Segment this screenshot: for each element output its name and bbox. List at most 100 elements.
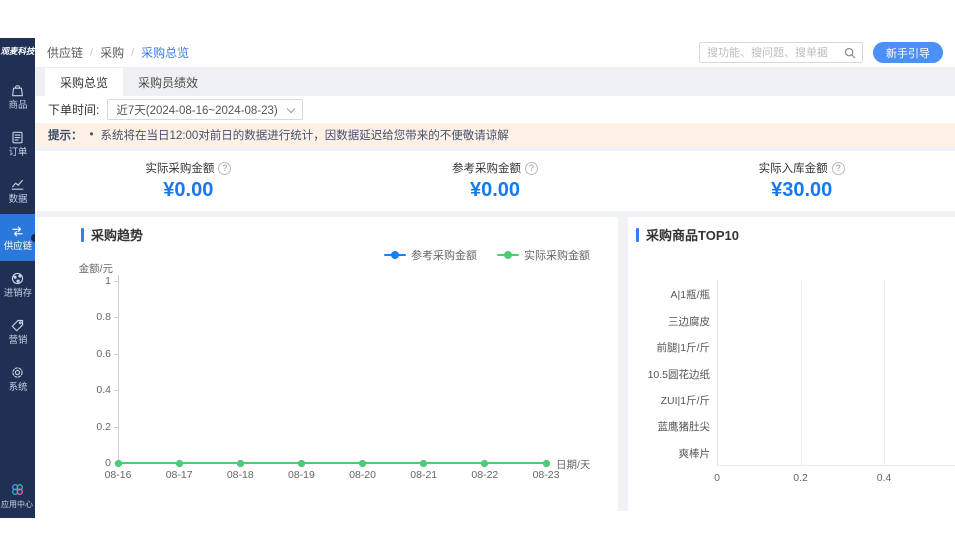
sidebar-item-marketing[interactable]: 营销 [0, 308, 35, 355]
y-tick-label: 0.4 [63, 384, 111, 396]
breadcrumb-separator: / [90, 47, 93, 59]
panel-title: 采购商品TOP10 [636, 225, 739, 244]
category-label: A|1瓶/瓶 [630, 287, 710, 302]
date-range-select[interactable]: 近7天(2024-08-16~2024-08-23) [107, 99, 302, 120]
sidebar: 观麦科技 商品订单数据供应链进销存营销系统 应用中心 [0, 38, 35, 518]
sidebar-item-system[interactable]: 系统 [0, 355, 35, 402]
sidebar-item-label: 数据 [8, 195, 27, 204]
legend-item[interactable]: 实际采购金额 [497, 247, 590, 263]
sidebar-item-label: 进销存 [3, 289, 31, 298]
brand-logo: 观麦科技 [0, 45, 34, 57]
top10-products-panel: 采购商品TOP10 00.20.4A|1瓶/瓶三边腐皮前腿|1斤/斤10.5圆花… [628, 217, 955, 511]
x-tick-label: 08-17 [157, 469, 201, 481]
newbie-guide-button[interactable]: 新手引导 [873, 42, 943, 63]
legend-label: 实际采购金额 [524, 247, 590, 263]
panels-row: 采购趋势 参考采购金额 实际采购金额 金额/元 0 0.2 0.4 0.6 0.8 1 08-1… [35, 217, 955, 511]
x-tick-label: 08-19 [279, 469, 323, 481]
sidebar-item-inventory[interactable]: 进销存 [0, 261, 35, 308]
legend-item[interactable]: 参考采购金额 [384, 247, 477, 263]
metric-label: 实际采购金额? [145, 160, 231, 176]
metric-label-text: 实际入库金额 [759, 160, 828, 176]
notice-bullet: • [90, 129, 94, 141]
breadcrumb: 供应链/采购/采购总览 [47, 44, 189, 61]
legend-dot [504, 251, 512, 259]
title-accent-bar [81, 228, 84, 242]
x-tick-label: 0.2 [786, 472, 816, 484]
main-area: 供应链/采购/采购总览 新手引导 采购总览采购员绩效 下单时间: 近7天(202… [35, 38, 955, 511]
title-accent-bar [636, 228, 639, 242]
notice-text: 系统将在当日12:00对前日的数据进行统计，因数据延迟给您带来的不便敬请谅解 [101, 127, 509, 143]
metrics-row: 实际采购金额?¥0.00参考采购金额?¥0.00实际入库金额?¥30.00 [35, 151, 955, 211]
metric-card: 参考采购金额?¥0.00 [342, 151, 649, 211]
metric-label-text: 实际采购金额 [145, 160, 214, 176]
sidebar-item-label: 商品 [8, 101, 27, 110]
sidebar-menu: 商品订单数据供应链进销存营销系统 [0, 73, 35, 402]
x-tick-label: 08-18 [218, 469, 262, 481]
sidebar-item-label: 应用中心 [2, 500, 34, 508]
sidebar-item-data[interactable]: 数据 [0, 167, 35, 214]
search-box [699, 42, 863, 63]
x-tick-label: 0.4 [869, 472, 899, 484]
topbar: 供应链/采购/采购总览 新手引导 [35, 38, 955, 68]
help-icon[interactable]: ? [525, 162, 538, 175]
purchase-trend-panel: 采购趋势 参考采购金额 实际采购金额 金额/元 0 0.2 0.4 0.6 0.8 1 08-1… [35, 217, 618, 511]
category-label: ZUI|1斤/斤 [630, 393, 710, 408]
y-tick-label: 0.6 [63, 348, 111, 360]
data-icon [10, 177, 25, 192]
search-icon[interactable] [843, 46, 857, 60]
system-icon [10, 365, 25, 380]
category-label: 10.5圆花边纸 [630, 367, 710, 382]
filter-row: 下单时间: 近7天(2024-08-16~2024-08-23) [35, 96, 955, 123]
breadcrumb-item[interactable]: 采购 [100, 44, 124, 61]
legend-mark [384, 254, 406, 256]
y-axis-line [118, 275, 119, 463]
help-icon[interactable]: ? [832, 162, 845, 175]
top10-chart: 00.20.4A|1瓶/瓶三边腐皮前腿|1斤/斤10.5圆花边纸ZUI|1斤/斤… [628, 217, 955, 511]
tab-0[interactable]: 采购总览 [45, 68, 123, 96]
x-tick-label: 0 [702, 472, 732, 484]
sidebar-item-app-center[interactable]: 应用中心 [0, 482, 34, 509]
inventory-icon [10, 271, 25, 286]
notice-prefix: 提示： [48, 127, 83, 143]
help-icon[interactable]: ? [218, 162, 231, 175]
y-tick-label: 0.2 [63, 421, 111, 433]
y-tick-label: 1 [63, 275, 111, 287]
panel-title-text: 采购趋势 [91, 225, 143, 244]
metric-label: 实际入库金额? [759, 160, 845, 176]
sidebar-item-orders[interactable]: 订单 [0, 120, 35, 167]
panel-title: 采购趋势 [81, 225, 143, 244]
grid-line [801, 280, 802, 465]
breadcrumb-item[interactable]: 采购总览 [141, 44, 189, 61]
x-tick-label: 08-16 [96, 469, 140, 481]
grid-line [717, 280, 718, 465]
grid-line [884, 280, 885, 465]
y-axis-title: 金额/元 [65, 261, 113, 276]
search-input[interactable] [700, 47, 838, 59]
supply-chain-icon [10, 224, 25, 239]
notice-bar: 提示： • 系统将在当日12:00对前日的数据进行统计，因数据延迟给您带来的不便… [35, 123, 955, 146]
metric-value: ¥0.00 [163, 179, 213, 202]
series-point [176, 460, 183, 467]
breadcrumb-item[interactable]: 供应链 [47, 44, 83, 61]
tab-1[interactable]: 采购员绩效 [123, 68, 213, 96]
x-tick-label: 08-20 [341, 469, 385, 481]
category-label: 三边腐皮 [630, 314, 710, 329]
orders-icon [10, 130, 25, 145]
series-point [481, 460, 488, 467]
metric-card: 实际采购金额? ¥0.00 [35, 151, 342, 211]
legend-dot [391, 251, 399, 259]
category-label: 蓝鹰猪肚尖 [630, 419, 710, 434]
y-tick-label: 0 [63, 457, 111, 469]
sidebar-item-goods[interactable]: 商品 [0, 73, 35, 120]
sidebar-item-label: 营销 [8, 336, 27, 345]
order-time-label: 下单时间: [48, 101, 99, 118]
x-tick-label: 08-21 [402, 469, 446, 481]
metric-label-text: 参考采购金额 [452, 160, 521, 176]
series-point [115, 460, 122, 467]
sidebar-item-supply-chain[interactable]: 供应链 [0, 214, 35, 261]
series-point [359, 460, 366, 467]
x-tick-label: 08-22 [463, 469, 507, 481]
x-axis-title: 日期/天 [556, 457, 590, 472]
chart-legend: 参考采购金额 实际采购金额 [384, 247, 590, 263]
y-tick-label: 0.8 [63, 311, 111, 323]
